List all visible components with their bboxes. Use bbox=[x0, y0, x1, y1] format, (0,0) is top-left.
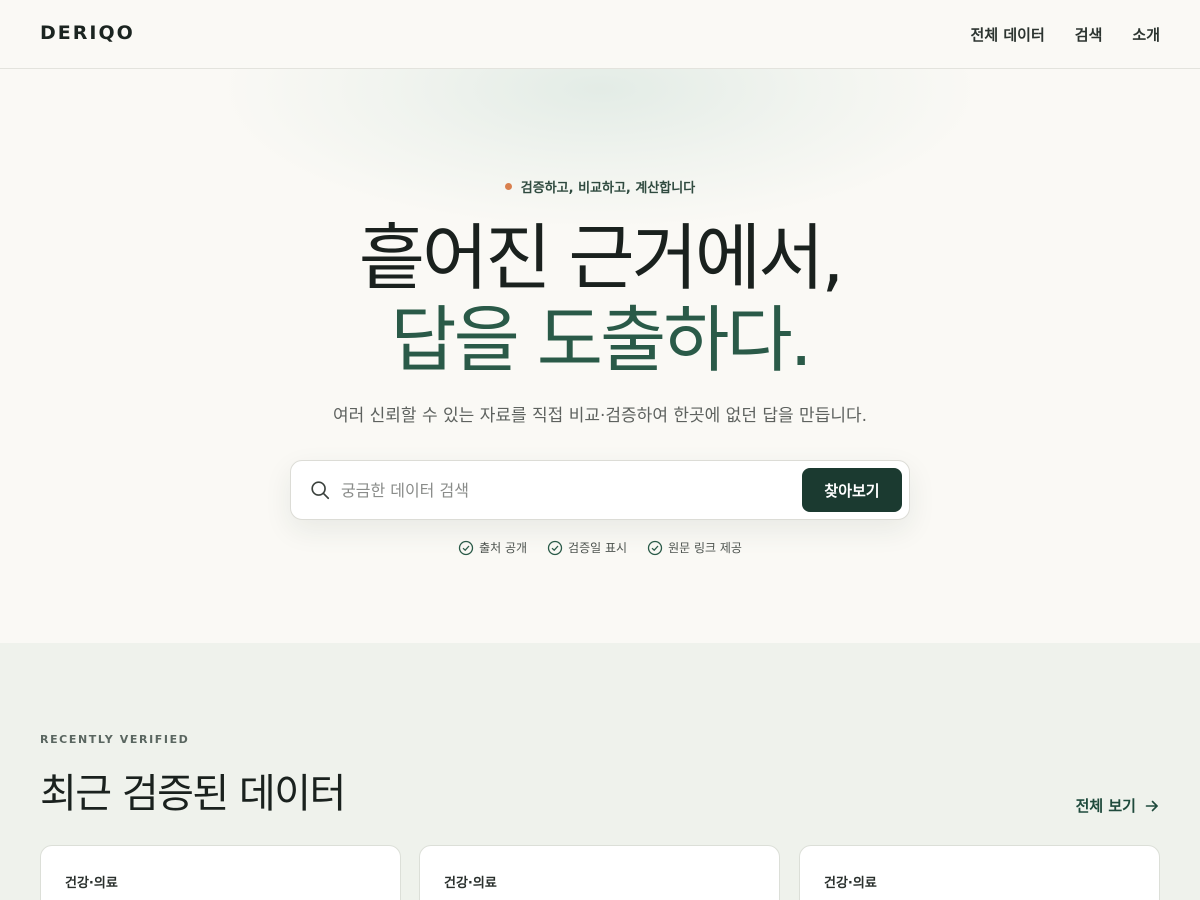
feature-item: 원문 링크 제공 bbox=[647, 539, 742, 556]
section-title: 최근 검증된 데이터 bbox=[40, 771, 346, 817]
hero-section: 검증하고, 비교하고, 계산합니다 흩어진 근거에서, 답을 도출하다. 여러 … bbox=[0, 69, 1200, 643]
nav-link-search[interactable]: 검색 bbox=[1075, 24, 1103, 45]
feature-item: 출처 공개 bbox=[458, 539, 527, 556]
card-category: 건강·의료 bbox=[824, 876, 877, 891]
search-box: 찾아보기 bbox=[290, 460, 910, 520]
view-all-label: 전체 보기 bbox=[1075, 797, 1136, 815]
search-button[interactable]: 찾아보기 bbox=[802, 468, 902, 512]
arrow-right-icon bbox=[1145, 800, 1158, 811]
tagline-text: 검증하고, 비교하고, 계산합니다 bbox=[520, 181, 696, 196]
logo[interactable]: DERIQO bbox=[40, 22, 135, 44]
headline-line-1: 흩어진 근거에서, bbox=[358, 216, 844, 300]
view-all-link[interactable]: 전체 보기 bbox=[1076, 795, 1160, 816]
recently-verified-section: RECENTLY VERIFIED 최근 검증된 데이터 전체 보기 건강·의료… bbox=[0, 643, 1200, 900]
check-circle-icon bbox=[458, 540, 474, 555]
search-input[interactable] bbox=[341, 473, 781, 507]
feature-list: 출처 공개 검증일 표시 원문 링크 제공 bbox=[0, 539, 1200, 556]
card-category: 건강·의료 bbox=[444, 876, 497, 891]
hero-headline: 흩어진 근거에서, 답을 도출하다. bbox=[0, 217, 1200, 381]
headline-line-2: 답을 도출하다. bbox=[390, 298, 812, 382]
search-icon bbox=[311, 481, 330, 500]
check-circle-icon bbox=[547, 540, 563, 555]
hero-subcopy: 여러 신뢰할 수 있는 자료를 직접 비교·검증하여 한곳에 없던 답을 만듭니… bbox=[332, 406, 868, 426]
feature-label: 출처 공개 bbox=[479, 541, 528, 555]
check-circle-icon bbox=[647, 540, 663, 555]
tagline-dot-icon bbox=[504, 183, 512, 190]
data-card[interactable]: 건강·의료 bbox=[40, 845, 401, 900]
card-category: 건강·의료 bbox=[65, 876, 118, 891]
feature-label: 검증일 표시 bbox=[568, 541, 628, 555]
nav-link-about[interactable]: 소개 bbox=[1132, 24, 1160, 45]
top-navigation-bar: DERIQO 전체 데이터 검색 소개 bbox=[0, 0, 1200, 69]
data-card[interactable]: 건강·의료 bbox=[799, 845, 1160, 900]
feature-item: 검증일 표시 bbox=[547, 539, 627, 556]
feature-label: 원문 링크 제공 bbox=[668, 541, 742, 555]
hero-tagline: 검증하고, 비교하고, 계산합니다 bbox=[0, 177, 1200, 196]
nav-link-all-data[interactable]: 전체 데이터 bbox=[971, 24, 1045, 45]
section-eyebrow: RECENTLY VERIFIED bbox=[40, 733, 190, 746]
data-card[interactable]: 건강·의료 bbox=[419, 845, 780, 900]
main-nav: 전체 데이터 검색 소개 bbox=[971, 24, 1160, 45]
